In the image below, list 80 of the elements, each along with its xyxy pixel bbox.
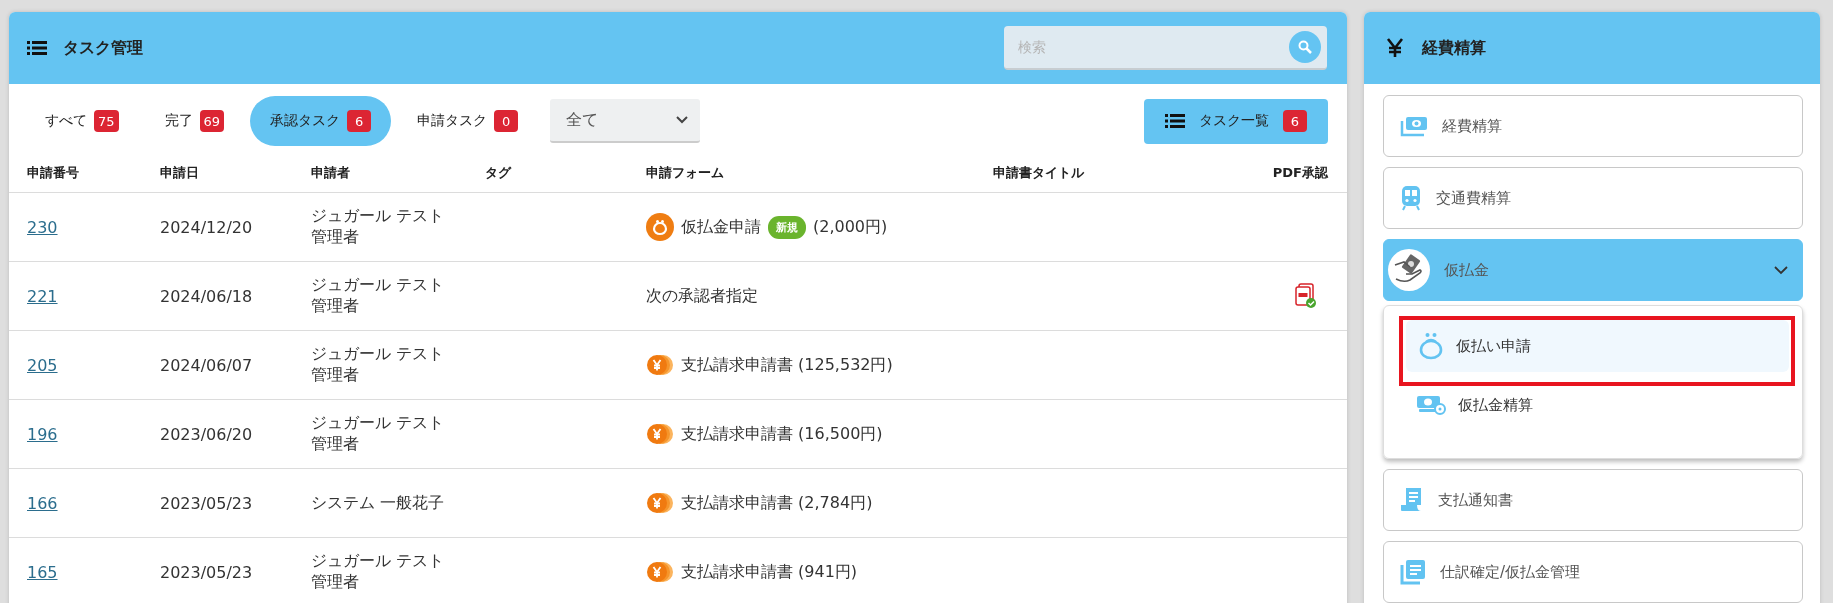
- applicant-role: 管理者: [311, 296, 359, 315]
- column-header: 申請書タイトル: [993, 164, 1085, 182]
- applicant-name: ジュガール テスト: [311, 344, 445, 364]
- form-name: 仮払金申請: [681, 216, 761, 238]
- coins-icon: [646, 560, 674, 584]
- date-cell: 2024/12/20: [160, 217, 253, 237]
- column-header: 申請者: [311, 164, 351, 182]
- coins-icon: [646, 491, 674, 515]
- coins-icon: [646, 422, 674, 446]
- search-field[interactable]: 検索: [1004, 26, 1327, 70]
- request-number-link[interactable]: 166: [27, 493, 58, 513]
- column-header: タグ: [485, 164, 513, 182]
- filter-dropdown[interactable]: 全て: [550, 99, 701, 143]
- applicant-role: 管理者: [311, 572, 359, 591]
- applicant-name: ジュガール テスト: [311, 551, 445, 571]
- applicant-role: 管理者: [311, 227, 359, 246]
- applicant-role: 管理者: [311, 365, 359, 384]
- count-badge: 75: [94, 110, 119, 132]
- search-button[interactable]: [1289, 31, 1321, 63]
- banknote-coin-icon: [1416, 394, 1446, 416]
- count-badge: 69: [199, 110, 225, 132]
- chevron-icon: [1774, 265, 1788, 275]
- coins-icon: [646, 353, 674, 377]
- menu-item[interactable]: 経費精算: [1383, 95, 1803, 157]
- form-name: 次の承認者指定: [646, 285, 758, 307]
- yen-icon: [1386, 38, 1404, 58]
- menu-item[interactable]: 仮払金: [1383, 239, 1803, 301]
- train-icon: [1400, 185, 1422, 211]
- column-header: 申請番号: [27, 164, 80, 182]
- chevron-icon: [676, 116, 689, 124]
- applicant-role: 管理者: [311, 434, 359, 453]
- panel-title: タスク管理: [63, 37, 143, 59]
- applicant-name: ジュガール テスト: [311, 206, 445, 226]
- date-cell: 2023/06/20: [160, 424, 253, 444]
- form-name: 支払請求申請書 (2,784円): [681, 492, 873, 514]
- task-list-button[interactable]: タスク一覧 6: [1144, 98, 1328, 144]
- pdf-check-icon: [1294, 283, 1318, 309]
- menu-item[interactable]: 交通費精算: [1383, 167, 1803, 229]
- banknote-icon: [1400, 115, 1428, 137]
- request-number-link[interactable]: 196: [27, 424, 58, 444]
- count-badge: 0: [494, 110, 519, 132]
- list-icon: [27, 40, 47, 56]
- column-header: PDF承認: [1271, 164, 1328, 182]
- request-number-link[interactable]: 205: [27, 355, 58, 375]
- menu-item[interactable]: 仕訳確定/仮払金管理: [1383, 541, 1803, 603]
- request-number-link[interactable]: 230: [27, 217, 58, 237]
- request-number-link[interactable]: 165: [27, 562, 58, 582]
- list-icon: [1165, 113, 1185, 129]
- count-badge: 6: [347, 110, 372, 132]
- request-number-link[interactable]: 221: [27, 286, 58, 306]
- purse-icon: [1418, 332, 1444, 360]
- form-name: 支払請求申請書 (125,532円): [681, 354, 893, 376]
- applicant-name: ジュガール テスト: [311, 275, 445, 295]
- column-header: 申請日: [160, 164, 200, 182]
- date-cell: 2024/06/07: [160, 355, 253, 375]
- column-header: 申請フォーム: [646, 164, 725, 182]
- date-cell: 2023/05/23: [160, 493, 253, 513]
- new-badge: 新規: [768, 215, 806, 239]
- search-input[interactable]: 検索: [1016, 38, 1289, 56]
- amount-text: (2,000円): [813, 216, 888, 238]
- submenu-item[interactable]: 仮払い申請: [1406, 320, 1789, 372]
- applicant-name: ジュガール テスト: [311, 413, 445, 433]
- filter-tab[interactable]: すべて 75: [25, 96, 139, 146]
- date-cell: 2023/05/23: [160, 562, 253, 582]
- menu-item[interactable]: 支払通知書: [1383, 469, 1803, 531]
- filter-tab[interactable]: 申請タスク 0: [397, 96, 539, 146]
- count-badge: 6: [1283, 110, 1307, 132]
- hand-money-icon: [1388, 249, 1430, 291]
- form-name: 支払請求申請書 (16,500円): [681, 423, 883, 445]
- date-cell: 2024/06/18: [160, 286, 253, 306]
- submenu-item[interactable]: 仮払金精算: [1406, 388, 1789, 422]
- applicant-name: システム 一般花子: [311, 492, 445, 512]
- search-icon: [1298, 40, 1312, 54]
- purse-icon: [646, 213, 674, 241]
- documents-icon: [1400, 559, 1426, 585]
- filter-tab[interactable]: 完了 69: [144, 96, 245, 146]
- filter-tab[interactable]: 承認タスク 6: [250, 96, 392, 146]
- form-name: 支払請求申請書 (941円): [681, 561, 858, 583]
- panel-title: 経費精算: [1422, 37, 1486, 59]
- receipt-icon: [1400, 487, 1424, 513]
